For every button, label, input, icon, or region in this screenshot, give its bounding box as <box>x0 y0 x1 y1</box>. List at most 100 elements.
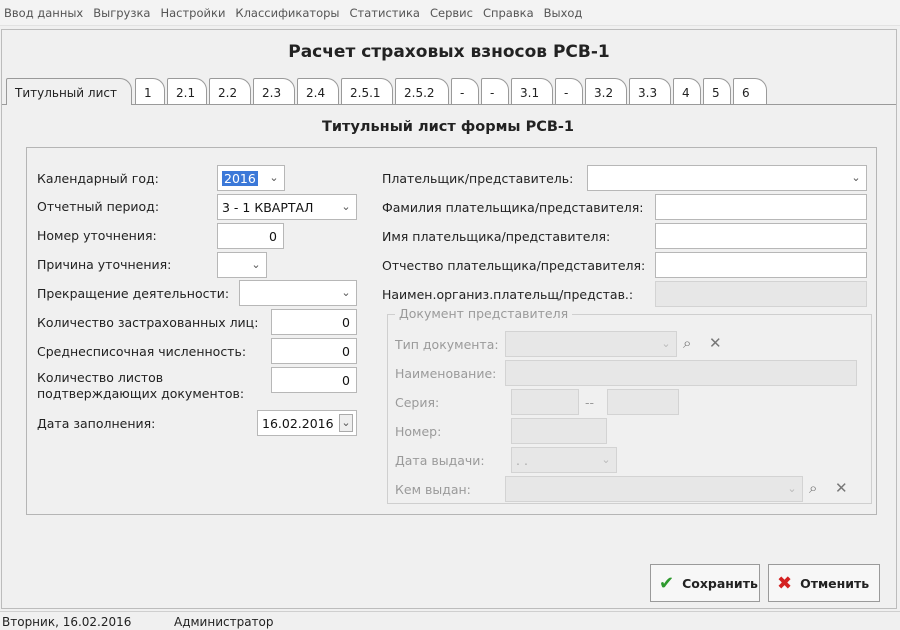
tab-2-5-1[interactable]: 2.5.1 <box>341 78 393 104</box>
doc-name-label: Наименование: <box>395 366 497 381</box>
period-value: 3 - 1 КВАРТАЛ <box>222 200 314 215</box>
close-icon[interactable]: ✕ <box>709 334 722 352</box>
form-window: Расчет страховых взносов РСВ-1 Титульный… <box>1 29 897 609</box>
insured-count-input[interactable]: 0 <box>271 309 357 335</box>
issue-date-value: . . <box>516 453 528 468</box>
tab-4[interactable]: 4 <box>673 78 701 104</box>
title-sheet-panel: Титульный лист формы РСВ-1 Календарный г… <box>8 105 888 565</box>
insured-label: Количество застрахованных лиц: <box>37 315 259 330</box>
menu-export[interactable]: Выгрузка <box>93 6 150 20</box>
issue-date-label: Дата выдачи: <box>395 453 485 468</box>
year-value: 2016 <box>222 171 258 186</box>
menu-statistics[interactable]: Статистика <box>350 6 420 20</box>
year-label: Календарный год: <box>37 171 159 186</box>
reason-select[interactable]: ⌄ <box>217 252 267 278</box>
fill-date-value: 16.02.2016 <box>262 416 334 431</box>
tab-6[interactable]: 6 <box>733 78 767 104</box>
menu-service[interactable]: Сервис <box>430 6 473 20</box>
period-select[interactable]: 3 - 1 КВАРТАЛ ⌄ <box>217 194 357 220</box>
magnifier-icon[interactable]: ⌕ <box>809 479 817 497</box>
status-user: Администратор <box>174 615 274 629</box>
tab-2-5-2[interactable]: 2.5.2 <box>395 78 449 104</box>
menu-help[interactable]: Справка <box>483 6 534 20</box>
issue-date-picker: . . ⌄ <box>511 447 617 473</box>
document-group-title: Документ представителя <box>395 306 573 321</box>
status-date: Вторник, 16.02.2016 <box>2 615 132 629</box>
issued-by-select: ⌄ <box>505 476 803 502</box>
menu-classifiers[interactable]: Классификаторы <box>235 6 339 20</box>
chevron-down-icon: ⌄ <box>661 337 671 350</box>
tab-dash-2[interactable]: - <box>481 78 509 104</box>
patronymic-input[interactable] <box>655 252 867 278</box>
doc-type-select: ⌄ <box>505 331 677 357</box>
tab-2-3[interactable]: 2.3 <box>253 78 295 104</box>
doc-series-label: Серия: <box>395 395 440 410</box>
close-icon[interactable]: ✕ <box>835 479 848 497</box>
reason-label: Причина уточнения: <box>37 257 172 272</box>
sheets-label-line2: подтверждающих документов: <box>37 386 245 401</box>
patronymic-label: Отчество плательщика/представителя: <box>382 258 646 273</box>
doc-number-input <box>511 418 607 444</box>
doc-series-input-2 <box>607 389 679 415</box>
doc-type-label: Тип документа: <box>395 337 499 352</box>
save-button-label: Сохранить <box>682 575 758 591</box>
tab-dash-3[interactable]: - <box>555 78 583 104</box>
chevron-down-icon: ⌄ <box>269 171 279 184</box>
menu-bar: Ввод данных Выгрузка Настройки Классифик… <box>0 0 900 26</box>
cancel-button[interactable]: ✖ Отменить <box>768 564 880 602</box>
org-name-label: Наимен.организ.плательщ/представ.: <box>382 287 634 302</box>
termination-select[interactable]: ⌄ <box>239 280 357 306</box>
payer-select[interactable]: ⌄ <box>587 165 867 191</box>
status-bar: Вторник, 16.02.2016 Администратор <box>0 611 900 630</box>
sheets-label-line1: Количество листов <box>37 370 164 385</box>
doc-name-input <box>505 360 857 386</box>
tab-2-4[interactable]: 2.4 <box>297 78 339 104</box>
avg-headcount-input[interactable]: 0 <box>271 338 357 364</box>
termination-label: Прекращение деятельности: <box>37 286 230 301</box>
surname-input[interactable] <box>655 194 867 220</box>
cancel-button-label: Отменить <box>800 575 870 591</box>
window-title: Расчет страховых взносов РСВ-1 <box>288 42 610 62</box>
tab-3-3[interactable]: 3.3 <box>629 78 671 104</box>
tab-3-1[interactable]: 3.1 <box>511 78 553 104</box>
tab-2-2[interactable]: 2.2 <box>209 78 251 104</box>
fill-date-label: Дата заполнения: <box>37 416 156 431</box>
tab-dash-1[interactable]: - <box>451 78 479 104</box>
series-separator: -- <box>585 395 595 410</box>
menu-exit[interactable]: Выход <box>544 6 583 20</box>
menu-settings[interactable]: Настройки <box>160 6 225 20</box>
year-select[interactable]: 2016 ⌄ <box>217 165 285 191</box>
first-name-input[interactable] <box>655 223 867 249</box>
payer-label: Плательщик/представитель: <box>382 171 574 186</box>
menu-data-input[interactable]: Ввод данных <box>4 6 83 20</box>
chevron-down-icon: ⌄ <box>341 286 351 299</box>
correction-input[interactable]: 0 <box>217 223 284 249</box>
fill-date-picker[interactable]: 16.02.2016 ⌄ <box>257 410 357 436</box>
chevron-down-icon[interactable]: ⌄ <box>339 414 353 432</box>
tab-3-2[interactable]: 3.2 <box>585 78 627 104</box>
issued-by-label: Кем выдан: <box>395 482 471 497</box>
avg-headcount-label: Среднесписочная численность: <box>37 344 247 359</box>
chevron-down-icon: ⌄ <box>341 200 351 213</box>
tab-title-sheet[interactable]: Титульный лист <box>6 78 132 105</box>
correction-label: Номер уточнения: <box>37 228 157 243</box>
save-button[interactable]: ✔ Сохранить <box>650 564 760 602</box>
chevron-down-icon: ⌄ <box>251 258 261 271</box>
chevron-down-icon: ⌄ <box>601 453 611 466</box>
chevron-down-icon: ⌄ <box>787 482 797 495</box>
tab-1[interactable]: 1 <box>135 78 165 104</box>
surname-label: Фамилия плательщика/представителя: <box>382 200 644 215</box>
sheets-count-input[interactable]: 0 <box>271 367 357 393</box>
doc-series-input-1 <box>511 389 579 415</box>
chevron-down-icon: ⌄ <box>851 171 861 184</box>
org-name-input <box>655 281 867 307</box>
tab-strip: Титульный лист 1 2.1 2.2 2.3 2.4 2.5.1 2… <box>2 78 900 105</box>
first-name-label: Имя плательщика/представителя: <box>382 229 611 244</box>
check-icon: ✔ <box>659 572 675 594</box>
form-frame: Календарный год: 2016 ⌄ Отчетный период:… <box>26 147 877 515</box>
panel-title: Титульный лист формы РСВ-1 <box>321 119 575 135</box>
tab-5[interactable]: 5 <box>703 78 731 104</box>
magnifier-icon[interactable]: ⌕ <box>683 334 691 352</box>
x-icon: ✖ <box>777 572 793 594</box>
tab-2-1[interactable]: 2.1 <box>167 78 207 104</box>
